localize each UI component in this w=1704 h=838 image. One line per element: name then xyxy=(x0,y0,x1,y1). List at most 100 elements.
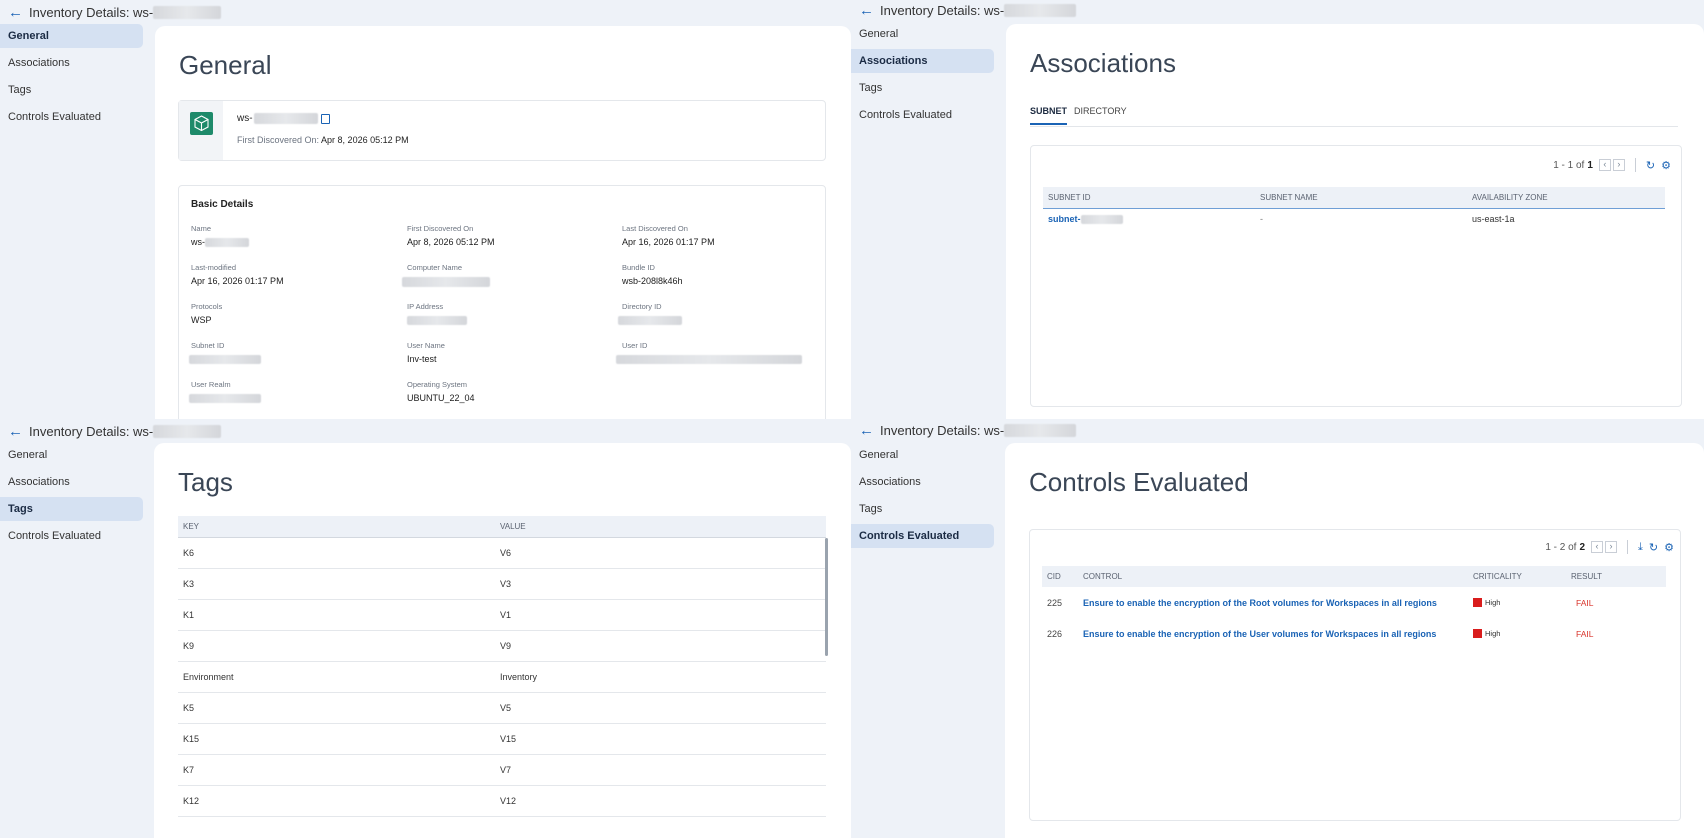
controls-table: CID CONTROL CRITICALITY RESULT 225 Ensure… xyxy=(1042,566,1666,649)
header-bar: ← Inventory Details: ws- xyxy=(851,0,1704,20)
sidebar-item-associations[interactable]: Associations xyxy=(0,470,143,494)
back-arrow-icon[interactable]: ← xyxy=(859,422,874,439)
col-availability-zone[interactable]: AVAILABILITY ZONE xyxy=(1471,187,1665,208)
table-scrollbar[interactable] xyxy=(825,538,828,656)
criticality-high-icon xyxy=(1473,598,1482,607)
table-row: K1 V1 xyxy=(178,600,826,631)
redacted-resource-id xyxy=(153,424,222,438)
tags-table-body: K6 V6 K3 V3 K1 V1 K9 V9 Environment Inventory K5 V5… xyxy=(178,538,826,817)
prev-page-icon[interactable]: ‹ xyxy=(1598,159,1611,171)
col-key[interactable]: KEY xyxy=(178,522,500,531)
criticality-cell: High xyxy=(1473,598,1571,607)
result-badge: FAIL xyxy=(1576,597,1594,608)
col-value[interactable]: VALUE xyxy=(500,522,526,531)
table-header-row: KEY VALUE xyxy=(178,516,826,538)
criticality-label: High xyxy=(1485,629,1501,638)
tags-table: KEY VALUE K6 V6 K3 V3 K1 V1 K9 V9 Environment Inv… xyxy=(178,516,828,817)
col-subnet-name[interactable]: SUBNET NAME xyxy=(1259,187,1471,208)
next-page-icon[interactable]: › xyxy=(1605,541,1618,553)
back-arrow-icon[interactable]: ← xyxy=(8,423,23,440)
redacted-resource-id xyxy=(1004,423,1077,437)
sidebar-item-tags[interactable]: Tags xyxy=(851,76,994,100)
table-row: K5 V5 xyxy=(178,693,826,724)
controls-table-card: 1 - 2 of 2 ‹ › ⤓ ↻ ⚙ CID CONTROL CRITICA… xyxy=(1029,529,1681,821)
sidebar-item-associations[interactable]: Associations xyxy=(0,51,143,75)
settings-gear-icon[interactable]: ⚙ xyxy=(1661,159,1671,172)
page-title: Controls Evaluated xyxy=(1029,467,1249,497)
table-toolbar: 1 - 1 of 1 ‹ › ↻ ⚙ xyxy=(1553,158,1671,172)
tag-key-cell: K12 xyxy=(183,796,200,806)
cid-cell: 226 xyxy=(1047,628,1063,639)
resource-summary-card: ws- First Discovered On: Apr 8, 2026 05:… xyxy=(178,100,826,161)
tag-key-cell: K3 xyxy=(183,579,195,589)
tags-view: ← Inventory Details: ws- General Associa… xyxy=(0,419,851,838)
col-result[interactable]: RESULT xyxy=(1571,572,1602,581)
sidebar-item-tags[interactable]: Tags xyxy=(851,497,994,521)
first-discovered-value: Apr 8, 2026 05:12 PM xyxy=(321,135,409,145)
back-arrow-icon[interactable]: ← xyxy=(859,2,874,19)
associations-panel: Associations SUBNET DIRECTORY 1 - 1 of 1… xyxy=(1006,24,1704,419)
sidebar-item-general[interactable]: General xyxy=(0,24,143,48)
basic-details-card: Basic Details Name ws- First Discovered … xyxy=(178,185,826,419)
tag-value-cell: V7 xyxy=(500,765,512,775)
table-toolbar: 1 - 2 of 2 ‹ › ⤓ ↻ ⚙ xyxy=(1545,540,1674,554)
field-bundle-id: Bundle ID wsb-208l8k46h xyxy=(622,263,683,286)
table-row: K9 V9 xyxy=(178,631,826,662)
sidebar-item-associations[interactable]: Associations xyxy=(851,49,994,73)
back-arrow-icon[interactable]: ← xyxy=(8,4,23,21)
field-last-discovered: Last Discovered On Apr 16, 2026 01:17 PM xyxy=(622,224,715,247)
sidebar-item-controls-evaluated[interactable]: Controls Evaluated xyxy=(0,105,143,129)
table-row: 226 Ensure to enable the encryption of th… xyxy=(1042,618,1666,649)
copy-icon[interactable] xyxy=(320,113,330,124)
tag-key-cell: K6 xyxy=(183,548,195,558)
criticality-cell: High xyxy=(1473,629,1571,638)
tag-value-cell: V15 xyxy=(500,734,517,744)
sidebar-item-general[interactable]: General xyxy=(851,443,994,467)
field-protocols: Protocols WSP xyxy=(191,302,223,325)
settings-gear-icon[interactable]: ⚙ xyxy=(1664,541,1674,554)
next-page-icon[interactable]: › xyxy=(1612,159,1625,171)
col-cid[interactable]: CID xyxy=(1042,572,1083,581)
sidebar-item-tags[interactable]: Tags xyxy=(0,78,143,102)
table-row: subnet- - us-east-1a xyxy=(1043,208,1665,230)
table-row: Environment Inventory xyxy=(178,662,826,693)
tab-directory[interactable]: DIRECTORY xyxy=(1074,106,1127,116)
redacted-resource-name xyxy=(253,113,318,124)
field-computer-name: Computer Name xyxy=(402,263,490,287)
pager-text: 1 - 1 of xyxy=(1553,159,1585,171)
col-criticality[interactable]: CRITICALITY xyxy=(1473,572,1571,581)
refresh-icon[interactable]: ↻ xyxy=(1646,159,1655,172)
subnet-link[interactable]: subnet- xyxy=(1048,214,1081,224)
tag-key-cell: K5 xyxy=(183,703,195,713)
sidebar-item-controls-evaluated[interactable]: Controls Evaluated xyxy=(0,524,143,548)
sidebar-item-tags[interactable]: Tags xyxy=(0,497,143,521)
prev-page-icon[interactable]: ‹ xyxy=(1591,541,1604,553)
field-user-name: User Name Inv-test xyxy=(407,341,445,364)
tag-key-cell: K7 xyxy=(183,765,195,775)
col-subnet-id[interactable]: SUBNET ID xyxy=(1043,187,1259,208)
page-title: Associations xyxy=(1030,48,1176,78)
page-header-title: Inventory Details: ws- xyxy=(880,422,1005,438)
download-icon[interactable]: ⤓ xyxy=(1638,541,1643,554)
field-subnet-id: Subnet ID xyxy=(189,341,261,365)
control-link[interactable]: Ensure to enable the encryption of the R… xyxy=(1083,598,1473,608)
header-bar: ← Inventory Details: ws- xyxy=(0,419,851,443)
pager-total: 1 xyxy=(1587,159,1593,171)
sidebar-item-controls-evaluated[interactable]: Controls Evaluated xyxy=(851,103,994,127)
sidebar: General Associations Tags Controls Evalu… xyxy=(0,24,145,132)
refresh-icon[interactable]: ↻ xyxy=(1649,541,1658,554)
sidebar-item-associations[interactable]: Associations xyxy=(851,470,994,494)
sidebar-item-general[interactable]: General xyxy=(851,22,994,46)
subnet-table-card: 1 - 1 of 1 ‹ › ↻ ⚙ SUBNET ID SUBNET NAME… xyxy=(1030,145,1682,407)
header-bar: ← Inventory Details: ws- xyxy=(851,419,1704,441)
control-link[interactable]: Ensure to enable the encryption of the U… xyxy=(1083,629,1473,639)
sidebar-item-general[interactable]: General xyxy=(0,443,143,467)
tag-key-cell: K1 xyxy=(183,610,195,620)
field-name: Name ws- xyxy=(191,224,249,248)
resource-name: ws- xyxy=(237,113,253,124)
sidebar-item-controls-evaluated[interactable]: Controls Evaluated xyxy=(851,524,994,548)
tab-subnet[interactable]: SUBNET xyxy=(1030,106,1068,125)
col-control[interactable]: CONTROL xyxy=(1083,572,1473,581)
criticality-label: High xyxy=(1485,598,1501,607)
tag-value-cell: V12 xyxy=(500,796,517,806)
